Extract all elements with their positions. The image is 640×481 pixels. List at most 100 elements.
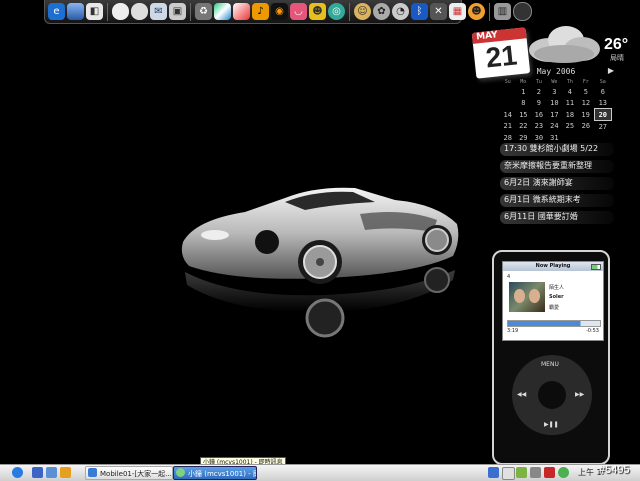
calendar-day[interactable]: 18: [562, 109, 578, 121]
quicklaunch-icon[interactable]: [60, 467, 71, 478]
finder-icon[interactable]: ◧: [86, 3, 103, 20]
calendar-weekday-header: Tu: [535, 79, 542, 85]
music-icon[interactable]: ♪: [252, 3, 269, 20]
calendar-day-today[interactable]: 20: [593, 108, 613, 121]
calendar-day[interactable]: 17: [547, 109, 563, 121]
photo-icon[interactable]: ▣: [169, 3, 186, 20]
quicklaunch-icon[interactable]: [46, 467, 57, 478]
calendar-day[interactable]: 22: [516, 121, 532, 133]
calendar-day[interactable]: 23: [531, 121, 547, 133]
calendar-day[interactable]: 6: [594, 86, 611, 97]
calendar-weekday-header: We: [551, 79, 558, 85]
calendar-next-month-button[interactable]: ▶: [608, 66, 614, 75]
dock-separator: [349, 2, 350, 21]
cloud-icon[interactable]: [112, 3, 129, 20]
chart-icon[interactable]: [233, 3, 250, 20]
play-pause-button[interactable]: ▶❚❚: [544, 421, 559, 428]
playback-progress-bar[interactable]: [507, 320, 601, 327]
video-icon[interactable]: ◉: [271, 3, 288, 20]
calendar-event[interactable]: 奈米摩擦報告要重新整理: [500, 160, 614, 173]
calendar-event[interactable]: 17:30 雙杉館小劇場 5/22: [500, 143, 614, 156]
messenger-icon[interactable]: ☺: [354, 3, 371, 20]
album-art-face: [529, 289, 540, 303]
album-label: 陌生人: [549, 285, 565, 291]
ie-icon[interactable]: e: [48, 3, 65, 20]
bluetooth-icon[interactable]: ᛒ: [411, 3, 428, 20]
color-icon[interactable]: [214, 3, 231, 20]
elapsed-time: 3:19: [507, 328, 519, 334]
calendar-month-title: May 2006: [536, 67, 576, 76]
now-playing-header: Now Playing: [503, 262, 603, 271]
calendar-day[interactable]: 9: [531, 97, 547, 109]
next-track-button[interactable]: ▶▶: [575, 391, 584, 398]
messenger-icon: [176, 468, 185, 477]
calendar-day[interactable]: 11: [562, 97, 578, 109]
calendar-day[interactable]: 27: [594, 121, 611, 133]
calendar-day: [578, 132, 594, 143]
calendar-day[interactable]: 1: [516, 86, 532, 97]
calendar-day[interactable]: 3: [547, 86, 563, 97]
calendar-icon[interactable]: ▦: [449, 3, 466, 20]
calendar-event[interactable]: 6月2日 演來謝師宴: [500, 177, 614, 190]
calendar-day[interactable]: 30: [531, 132, 547, 143]
cloud-icon: [529, 26, 600, 63]
track-artist: Soler: [549, 294, 564, 300]
lips-icon[interactable]: ◡: [290, 3, 307, 20]
previous-track-button[interactable]: ◀◀: [517, 391, 526, 398]
car-wallpaper-image: [181, 187, 459, 338]
mail-icon[interactable]: ✉: [150, 3, 167, 20]
calendar-event[interactable]: 6月11日 國華要訂婚: [500, 211, 614, 224]
calendar-day[interactable]: 21: [500, 121, 516, 133]
globe-icon[interactable]: ✿: [373, 3, 390, 20]
click-wheel[interactable]: MENU ◀◀ ▶▶ ▶❚❚: [512, 355, 592, 435]
calendar-weekday-header: Th: [566, 79, 573, 85]
track-title: 霸愛: [549, 305, 560, 311]
weather-condition: 局晴: [610, 54, 624, 62]
quicklaunch-icon[interactable]: [32, 467, 43, 478]
calendar-day[interactable]: 5: [578, 86, 594, 97]
battery-icon: [591, 264, 601, 270]
msn-icon[interactable]: [558, 467, 569, 478]
calendar-day[interactable]: 2: [531, 86, 547, 97]
calendar-day[interactable]: 26: [578, 121, 594, 133]
weather-temperature: 26°: [604, 36, 629, 53]
network-icon[interactable]: [488, 467, 499, 478]
calendar-day: [500, 97, 516, 109]
calendar-day[interactable]: 24: [547, 121, 563, 133]
globe-icon[interactable]: ◎: [328, 3, 345, 20]
calendar-day[interactable]: 15: [516, 109, 532, 121]
recycle-icon[interactable]: ♻: [195, 3, 212, 20]
center-button[interactable]: [538, 381, 566, 409]
calendar-day[interactable]: 12: [578, 97, 594, 109]
smile-icon[interactable]: ☻: [309, 3, 326, 20]
album-art: [509, 282, 545, 312]
ipod-screen: Now Playing 4 陌生人 Soler 霸愛 3:19 -0:53: [502, 261, 604, 341]
poison-icon[interactable]: ☻: [468, 3, 485, 20]
trash-icon[interactable]: ▥: [494, 3, 511, 20]
calendar-day[interactable]: 29: [516, 132, 532, 143]
calendar-day[interactable]: 16: [531, 109, 547, 121]
record-icon[interactable]: [513, 2, 532, 21]
calendar-day[interactable]: 13: [594, 97, 611, 109]
calendar-day[interactable]: 10: [547, 97, 563, 109]
calendar-event[interactable]: 6月1日 微系統期末考: [500, 194, 614, 207]
taskbar-task-mobile01[interactable]: Mobile01-[大家一起...: [85, 466, 173, 480]
calendar-day[interactable]: 19: [578, 109, 594, 121]
kaspersky-icon[interactable]: [544, 467, 555, 478]
clock-icon[interactable]: ◔: [392, 3, 409, 20]
volume-icon[interactable]: [530, 467, 541, 478]
calendar-day[interactable]: 4: [562, 86, 578, 97]
calendar-day[interactable]: 8: [516, 97, 532, 109]
calendar-day[interactable]: 31: [547, 132, 563, 143]
tools-icon[interactable]: ✕: [430, 3, 447, 20]
desktop-icon[interactable]: [67, 3, 84, 20]
cloud-icon[interactable]: [131, 3, 148, 20]
menu-button[interactable]: MENU: [541, 361, 559, 368]
calendar-day[interactable]: 25: [562, 121, 578, 133]
start-apple-icon[interactable]: [12, 467, 23, 478]
antivirus-icon[interactable]: [516, 467, 527, 478]
calendar-day[interactable]: 28: [500, 132, 516, 143]
calendar-day[interactable]: 14: [500, 109, 516, 121]
taskbar-task-messenger[interactable]: 小鐘 (mcvs1001) - 即...: [173, 466, 257, 480]
ime-icon[interactable]: [502, 467, 515, 480]
